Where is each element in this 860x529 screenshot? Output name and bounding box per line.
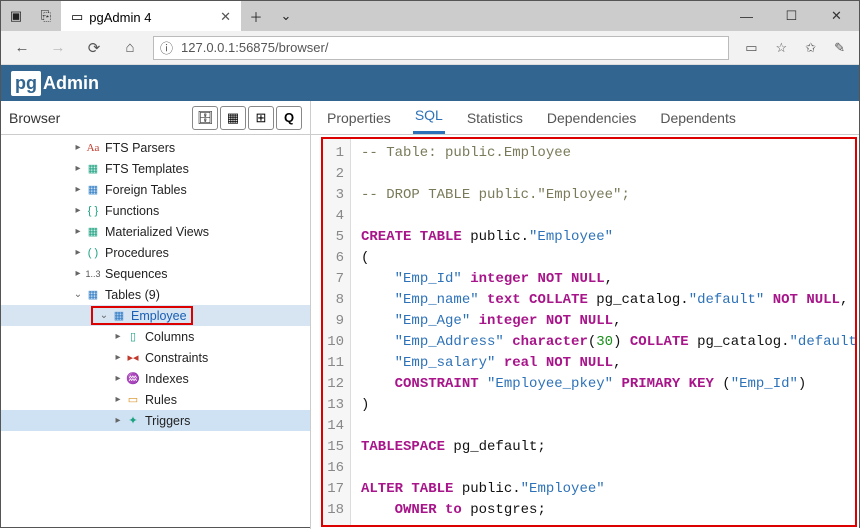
tab-dependencies[interactable]: Dependencies (545, 102, 639, 134)
close-tab-icon[interactable]: ✕ (220, 9, 231, 25)
mat-views-icon: ▦ (85, 225, 101, 238)
browser-header: Browser 🗄 ▦ ⊞ Q (1, 101, 310, 135)
rules-icon: ▭ (125, 393, 141, 406)
notes-icon[interactable]: ✎ (834, 40, 845, 56)
browser-tabstrip: ▣ ⎘ ▭ pgAdmin 4 ✕ ＋ ⌄ (1, 1, 301, 31)
tree-item-triggers[interactable]: ▸✦Triggers (1, 410, 310, 431)
tab-sql[interactable]: SQL (413, 99, 445, 134)
window-controls: — ☐ ✕ (724, 1, 859, 31)
browser-tab-pgadmin[interactable]: ▭ pgAdmin 4 ✕ (61, 1, 241, 31)
servers-icon[interactable]: 🗄 (192, 106, 218, 130)
tree-item-rules[interactable]: ▸▭Rules (1, 389, 310, 410)
detail-tabs: Properties SQL Statistics Dependencies D… (311, 101, 859, 135)
browser-title: Browser (9, 110, 60, 126)
pgadmin-brand: Admin (43, 73, 99, 94)
url-text: 127.0.0.1:56875/browser/ (181, 40, 328, 55)
view-data-icon[interactable]: ⊞ (248, 106, 274, 130)
object-tree[interactable]: ▸AaFTS Parsers ▸▦FTS Templates ▸▦Foreign… (1, 135, 310, 529)
table-icon: ▦ (111, 309, 127, 322)
tree-item-procedures[interactable]: ▸( )Procedures (1, 242, 310, 263)
sql-area: 123456789101112131415161718 -- Table: pu… (311, 135, 859, 529)
tree-item-employee[interactable]: ⌄▦Employee (1, 305, 310, 326)
info-icon: ⓘ (160, 38, 173, 57)
tree-item-tables[interactable]: ⌄▦Tables (9) (1, 284, 310, 305)
procedures-icon: ( ) (85, 247, 101, 259)
tree-item-fts-templates[interactable]: ▸▦FTS Templates (1, 158, 310, 179)
titlebar: ▣ ⎘ ▭ pgAdmin 4 ✕ ＋ ⌄ — ☐ ✕ (1, 1, 859, 31)
favorite-icon[interactable]: ☆ (776, 40, 788, 56)
minimize-button[interactable]: — (724, 1, 769, 31)
addrbar-right-icons: ▭ ☆ ✩ ✎ (739, 40, 851, 56)
address-bar: ← → ⟳ ⌂ ⓘ 127.0.0.1:56875/browser/ ▭ ☆ ✩… (1, 31, 859, 65)
pgadmin-logo: pg (11, 71, 41, 96)
close-window-button[interactable]: ✕ (814, 1, 859, 31)
maximize-button[interactable]: ☐ (769, 1, 814, 31)
forward-button[interactable]: → (45, 39, 71, 56)
tabs-dropdown-icon[interactable]: ⌄ (271, 1, 301, 31)
fts-parsers-icon: Aa (85, 142, 101, 154)
tab-title: pgAdmin 4 (89, 10, 151, 25)
reading-list-icon[interactable]: ✩ (805, 40, 816, 56)
url-input[interactable]: ⓘ 127.0.0.1:56875/browser/ (153, 36, 729, 60)
window-menu-icon[interactable]: ▣ (1, 1, 31, 31)
new-tab-button[interactable]: ＋ (241, 1, 271, 31)
tree-item-functions[interactable]: ▸{ }Functions (1, 200, 310, 221)
tree-item-columns[interactable]: ▸▯Columns (1, 326, 310, 347)
tree-item-foreign-tables[interactable]: ▸▦Foreign Tables (1, 179, 310, 200)
tables-icon: ▦ (85, 288, 101, 301)
home-button[interactable]: ⌂ (117, 39, 143, 56)
tab-dependents[interactable]: Dependents (658, 102, 738, 134)
sequences-icon: 1..3 (85, 269, 101, 279)
line-gutter: 123456789101112131415161718 (323, 139, 351, 525)
search-icon[interactable]: Q (276, 106, 302, 130)
tree-item-materialized-views[interactable]: ▸▦Materialized Views (1, 221, 310, 242)
right-panel: Properties SQL Statistics Dependencies D… (311, 101, 859, 529)
triggers-icon: ✦ (125, 414, 141, 427)
tab-statistics[interactable]: Statistics (465, 102, 525, 134)
foreign-tables-icon: ▦ (85, 183, 101, 196)
tree-item-constraints[interactable]: ▸▸◂Constraints (1, 347, 310, 368)
tree-item-indexes[interactable]: ▸♒Indexes (1, 368, 310, 389)
pgadmin-header: pgAdmin (1, 65, 859, 101)
indexes-icon: ♒ (125, 372, 141, 385)
set-aside-tabs-icon[interactable]: ⎘ (31, 1, 61, 31)
tab-properties[interactable]: Properties (325, 102, 393, 134)
functions-icon: { } (85, 205, 101, 217)
sql-code[interactable]: -- Table: public.Employee -- DROP TABLE … (351, 139, 855, 525)
constraints-icon: ▸◂ (125, 351, 141, 364)
tree-item-fts-parsers[interactable]: ▸AaFTS Parsers (1, 137, 310, 158)
query-tool-icon[interactable]: ▦ (220, 106, 246, 130)
columns-icon: ▯ (125, 330, 141, 343)
back-button[interactable]: ← (9, 39, 35, 56)
tab-icon: ▭ (71, 9, 83, 25)
main-area: Browser 🗄 ▦ ⊞ Q ▸AaFTS Parsers ▸▦FTS Tem… (1, 101, 859, 529)
browser-panel: Browser 🗄 ▦ ⊞ Q ▸AaFTS Parsers ▸▦FTS Tem… (1, 101, 311, 529)
tree-item-sequences[interactable]: ▸1..3Sequences (1, 263, 310, 284)
fts-templates-icon: ▦ (85, 162, 101, 175)
sql-editor[interactable]: 123456789101112131415161718 -- Table: pu… (323, 139, 855, 525)
browser-toolbar: 🗄 ▦ ⊞ Q (192, 106, 302, 130)
reading-view-icon[interactable]: ▭ (745, 40, 757, 56)
refresh-button[interactable]: ⟳ (81, 39, 107, 57)
